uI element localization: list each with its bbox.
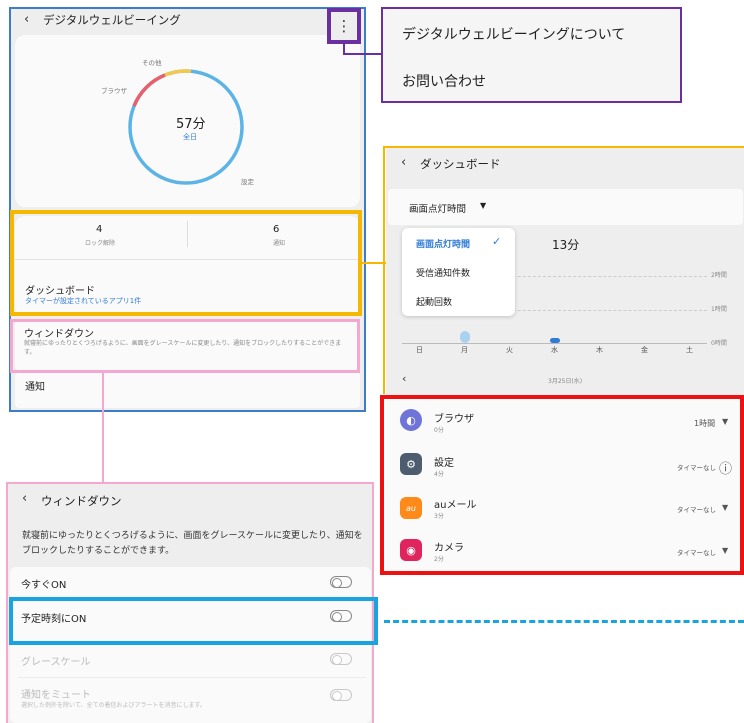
frame-red xyxy=(380,395,744,575)
frame-cyan xyxy=(9,597,378,645)
frame-orange xyxy=(10,210,362,316)
connector-purple-h xyxy=(343,53,383,55)
menu-item-contact[interactable]: お問い合わせ xyxy=(402,71,486,91)
connector-cyan-dashed xyxy=(384,620,744,623)
menu-item-about[interactable]: デジタルウェルビーイングについて xyxy=(402,24,625,44)
connector-pink xyxy=(102,373,104,483)
overflow-menu: デジタルウェルビーイングについて お問い合わせ xyxy=(381,7,682,103)
more-options-icon[interactable]: ⋮ xyxy=(327,8,361,44)
frame-pink-small xyxy=(10,319,360,373)
frame-orange-dashboard xyxy=(383,146,744,394)
